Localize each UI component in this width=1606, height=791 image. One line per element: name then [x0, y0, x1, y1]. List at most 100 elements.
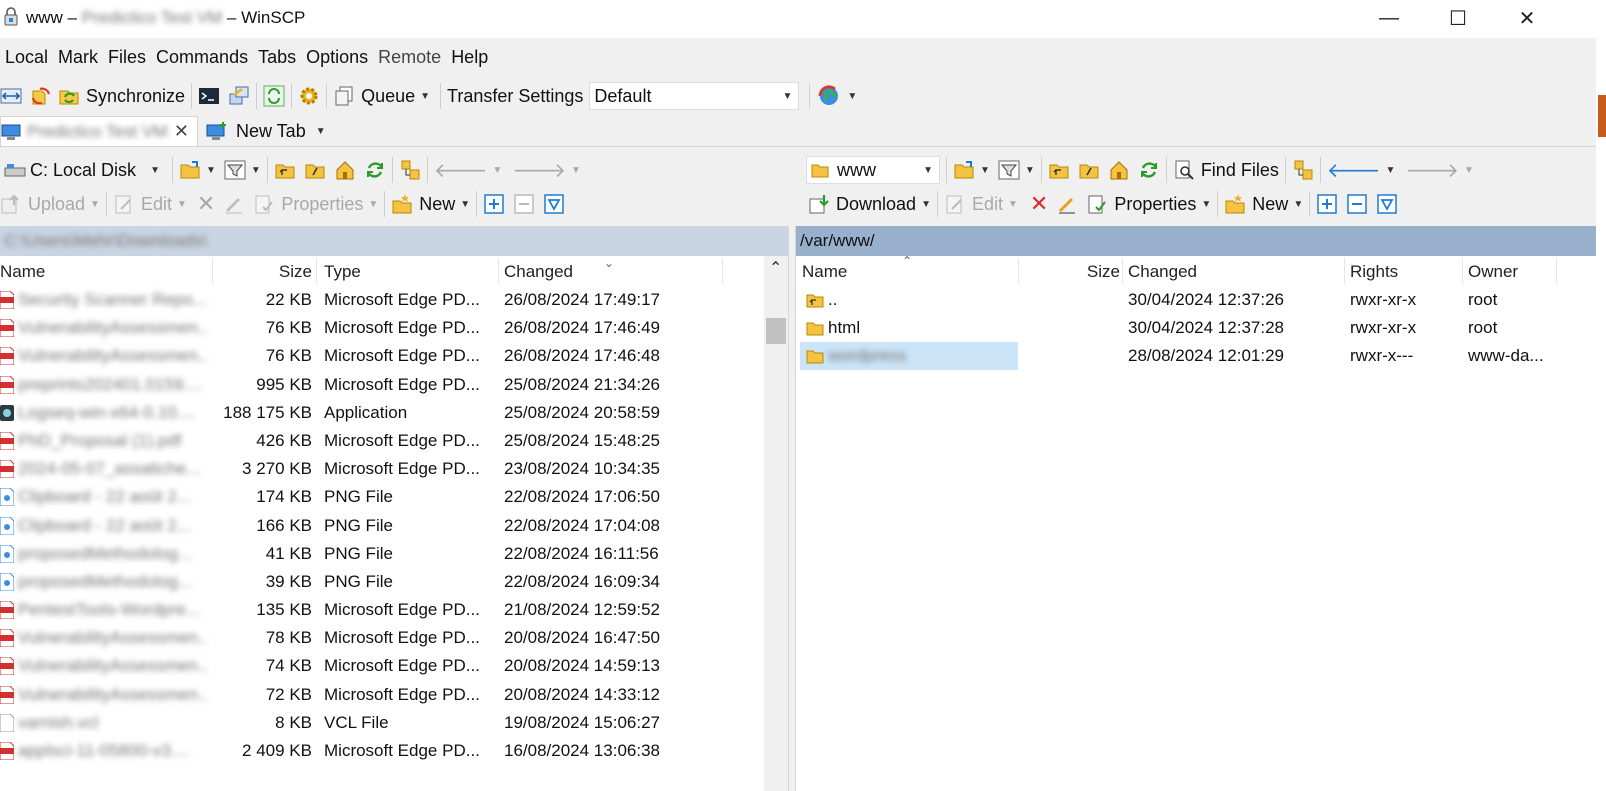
- column-rights[interactable]: Rights: [1350, 262, 1398, 282]
- chevron-down-icon[interactable]: ▼: [1464, 165, 1474, 176]
- local-file-row[interactable]: VulnerabilityAssessmen... 74 KB Microsoft …: [0, 652, 788, 680]
- local-file-row[interactable]: proposedMethodolog... 41 KB PNG File 22/08/…: [0, 540, 788, 568]
- unselect-files-minus-icon[interactable]: [513, 193, 535, 215]
- minimize-button[interactable]: —: [1355, 0, 1423, 36]
- column-owner[interactable]: Owner: [1468, 262, 1518, 282]
- forward-arrow-icon[interactable]: 🡒: [1405, 158, 1459, 183]
- reconnect-dropdown-icon[interactable]: ▼: [847, 91, 857, 102]
- find-target-directory-icon[interactable]: [1292, 159, 1314, 181]
- column-name[interactable]: Name: [0, 262, 45, 282]
- menu-files[interactable]: Files: [103, 44, 151, 72]
- back-arrow-icon[interactable]: 🡐: [434, 158, 488, 183]
- unselect-files-minus-icon[interactable]: [1346, 193, 1368, 215]
- open-terminal-icon[interactable]: [198, 85, 220, 107]
- tab-session[interactable]: Predictico Test VM ✕: [0, 116, 198, 146]
- select-filter-icon[interactable]: [543, 193, 565, 215]
- menu-remote[interactable]: Remote: [373, 44, 446, 72]
- local-edit-button[interactable]: Edit ▼: [113, 193, 187, 215]
- select-files-plus-icon[interactable]: [1316, 193, 1338, 215]
- delete-icon[interactable]: ✕: [1030, 191, 1048, 217]
- local-file-row[interactable]: Logseq-win-x64-0.10.... 188 175 KB Applica…: [0, 399, 788, 427]
- local-file-row[interactable]: Clipboard - 22 août 2... 166 KB PNG File 22…: [0, 512, 788, 540]
- rename-icon[interactable]: [1056, 193, 1078, 215]
- chevron-down-icon[interactable]: ▼: [1385, 165, 1395, 176]
- remote-edit-button[interactable]: Edit ▼: [944, 193, 1018, 215]
- find-target-directory-icon[interactable]: [399, 159, 421, 181]
- remote-file-row[interactable]: html 30/04/2024 12:37:28 rwxr-xr-x root: [796, 314, 1596, 342]
- menu-options[interactable]: Options: [301, 44, 373, 72]
- menu-help[interactable]: Help: [446, 44, 493, 72]
- find-files-button[interactable]: Find Files: [1173, 159, 1279, 181]
- column-changed[interactable]: Changed: [1128, 262, 1197, 282]
- local-file-row[interactable]: VulnerabilityAssessmen... 72 KB Microsoft …: [0, 681, 788, 709]
- local-file-row[interactable]: varnish.vcl 8 KB VCL File 19/08/2024 15:06:…: [0, 709, 788, 737]
- chevron-down-icon[interactable]: ▼: [206, 165, 216, 176]
- synchronize-browsing-icon[interactable]: [30, 85, 52, 107]
- queue-button[interactable]: Queue ▼: [333, 85, 430, 107]
- column-size[interactable]: Size: [1022, 262, 1120, 282]
- scroll-up-icon[interactable]: ⌃: [769, 258, 782, 278]
- remote-file-row[interactable]: wordpress 28/08/2024 12:01:29 rwxr-x--- www…: [796, 342, 1596, 371]
- refresh-icon[interactable]: [1138, 159, 1160, 181]
- preferences-gear-icon[interactable]: [298, 85, 320, 107]
- remote-file-row[interactable]: .. 30/04/2024 12:37:26 rwxr-xr-x root: [796, 286, 1596, 314]
- local-file-row[interactable]: Security Scanner Repo... 22 KB Microsoft E…: [0, 286, 788, 314]
- local-path-bar[interactable]: C:\Users\Mehr\Downloads\: [0, 226, 788, 256]
- chevron-down-icon[interactable]: ▼: [571, 165, 581, 176]
- root-directory-icon[interactable]: [1078, 159, 1100, 181]
- menu-local[interactable]: Local: [0, 44, 53, 72]
- menu-commands[interactable]: Commands: [151, 44, 253, 72]
- menu-mark[interactable]: Mark: [53, 44, 103, 72]
- menu-tabs[interactable]: Tabs: [253, 44, 301, 72]
- filter-icon[interactable]: [224, 159, 246, 181]
- parent-directory-icon[interactable]: [1048, 159, 1070, 181]
- parent-directory-icon[interactable]: [274, 159, 296, 181]
- scroll-thumb[interactable]: [766, 318, 786, 344]
- close-button[interactable]: ✕: [1493, 0, 1561, 36]
- local-properties-button[interactable]: Properties ▼: [253, 193, 378, 215]
- select-filter-icon[interactable]: [1376, 193, 1398, 215]
- putty-icon[interactable]: [228, 85, 250, 107]
- column-size[interactable]: Size: [212, 262, 312, 282]
- panel-splitter[interactable]: [788, 226, 796, 791]
- delete-icon[interactable]: ✕: [197, 191, 215, 217]
- open-directory-icon[interactable]: [953, 159, 975, 181]
- local-file-row[interactable]: VulnerabilityAssessmen... 78 KB Microsoft …: [0, 624, 788, 652]
- chevron-down-icon[interactable]: ▼: [1025, 165, 1035, 176]
- open-directory-icon[interactable]: [179, 159, 201, 181]
- remote-path-bar[interactable]: /var/www/: [796, 226, 1596, 256]
- download-button[interactable]: Download ▼: [808, 193, 931, 215]
- local-file-row[interactable]: VulnerabilityAssessmen... 76 KB Microsoft …: [0, 314, 788, 342]
- root-directory-icon[interactable]: [304, 159, 326, 181]
- local-file-row[interactable]: Clipboard - 22 août 2... 174 KB PNG File 22…: [0, 483, 788, 511]
- local-file-row[interactable]: applsci-11-05800-v3.... 2 409 KB Microsoft…: [0, 737, 788, 765]
- reconnect-globe-icon[interactable]: [816, 83, 842, 109]
- select-files-plus-icon[interactable]: [483, 193, 505, 215]
- maximize-button[interactable]: ☐: [1424, 0, 1492, 36]
- column-name[interactable]: Name: [802, 262, 847, 282]
- local-file-row[interactable]: proposedMethodolog... 39 KB PNG File 22/08/…: [0, 568, 788, 596]
- local-new-button[interactable]: New ▼: [391, 193, 470, 215]
- chevron-down-icon[interactable]: ▼: [980, 165, 990, 176]
- column-type[interactable]: Type: [324, 262, 361, 282]
- forward-arrow-icon[interactable]: 🡒: [512, 158, 566, 183]
- close-tab-icon[interactable]: ✕: [174, 121, 189, 142]
- column-changed[interactable]: Changed: [504, 262, 573, 282]
- chevron-down-icon[interactable]: ▼: [492, 165, 502, 176]
- back-arrow-icon[interactable]: 🡐: [1327, 158, 1381, 183]
- local-file-row[interactable]: preprints202401.0159.... 995 KB Microsoft …: [0, 371, 788, 399]
- synchronize-button[interactable]: Synchronize: [58, 85, 185, 107]
- tab-new[interactable]: New Tab ▼: [198, 116, 334, 146]
- remote-folder-select[interactable]: www ▼: [806, 156, 940, 184]
- compare-directories-icon[interactable]: [0, 85, 22, 107]
- home-icon[interactable]: [334, 159, 356, 181]
- filter-icon[interactable]: [998, 159, 1020, 181]
- local-file-row[interactable]: PhD_Proposal (1).pdf 426 KB Microsoft Edge…: [0, 427, 788, 455]
- remote-properties-button[interactable]: Properties ▼: [1086, 193, 1211, 215]
- transfer-settings-select[interactable]: Default ▼: [589, 82, 800, 110]
- local-scrollbar[interactable]: ⌃: [764, 256, 788, 791]
- rename-icon[interactable]: [223, 193, 245, 215]
- refresh-icon[interactable]: [364, 159, 386, 181]
- chevron-down-icon[interactable]: ▼: [251, 165, 261, 176]
- remote-new-button[interactable]: New ▼: [1224, 193, 1303, 215]
